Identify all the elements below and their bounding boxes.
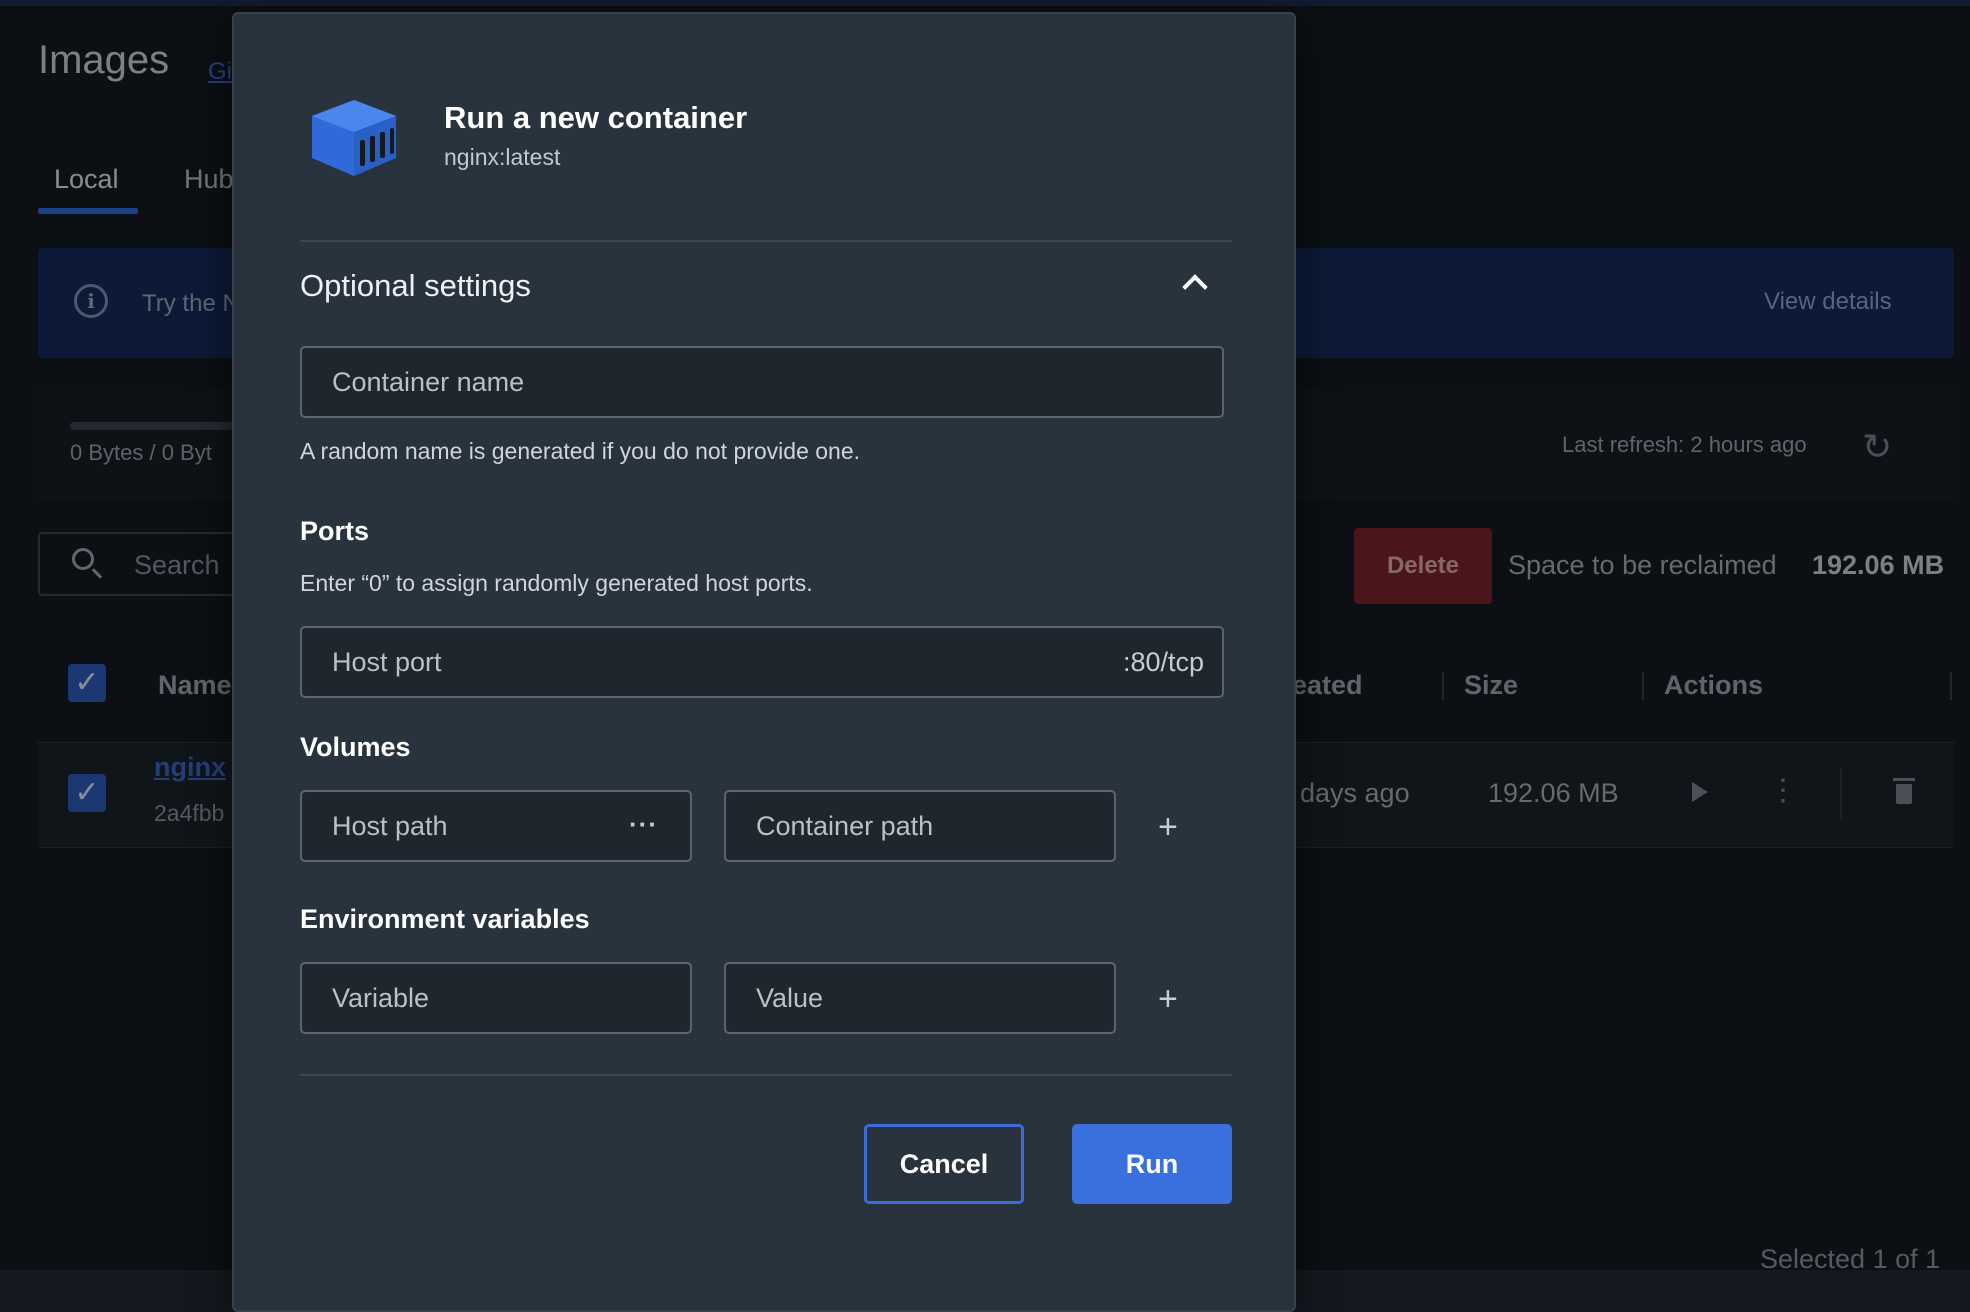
optional-settings-title[interactable]: Optional settings	[300, 268, 531, 304]
ports-label: Ports	[300, 516, 370, 546]
container-path-placeholder: Container path	[756, 811, 934, 841]
env-variable-input[interactable]: Variable	[300, 962, 692, 1034]
container-cube-icon	[312, 100, 396, 176]
container-path-input[interactable]: Container path	[724, 790, 1116, 862]
run-button[interactable]: Run	[1072, 1124, 1232, 1204]
container-port-suffix: :80/tcp	[1122, 647, 1204, 677]
dialog-title: Run a new container	[444, 100, 748, 135]
browse-more-icon[interactable]: ···	[629, 792, 658, 856]
container-name-input[interactable]: Container name	[300, 346, 1224, 418]
add-env-var-icon[interactable]: +	[1158, 982, 1178, 1016]
env-value-input[interactable]: Value	[724, 962, 1116, 1034]
footer-divider	[300, 1074, 1232, 1076]
run-container-dialog: Run a new container nginx:latest Optiona…	[232, 12, 1296, 1312]
volumes-label: Volumes	[300, 732, 411, 762]
host-port-input[interactable]: Host port :80/tcp	[300, 626, 1224, 698]
env-vars-label: Environment variables	[300, 904, 590, 934]
host-port-placeholder: Host port	[332, 647, 442, 677]
env-value-placeholder: Value	[756, 983, 824, 1013]
container-name-helper: A random name is generated if you do not…	[300, 438, 861, 464]
host-path-input[interactable]: Host path ···	[300, 790, 692, 862]
chevron-up-icon[interactable]	[1182, 274, 1208, 300]
container-name-placeholder: Container name	[332, 367, 525, 397]
add-volume-icon[interactable]: +	[1158, 810, 1178, 844]
dialog-subtitle: nginx:latest	[444, 144, 561, 170]
env-variable-placeholder: Variable	[332, 983, 430, 1013]
ports-helper: Enter “0” to assign randomly generated h…	[300, 570, 813, 596]
cancel-button[interactable]: Cancel	[864, 1124, 1024, 1204]
header-divider	[300, 240, 1232, 242]
host-path-placeholder: Host path	[332, 811, 448, 841]
